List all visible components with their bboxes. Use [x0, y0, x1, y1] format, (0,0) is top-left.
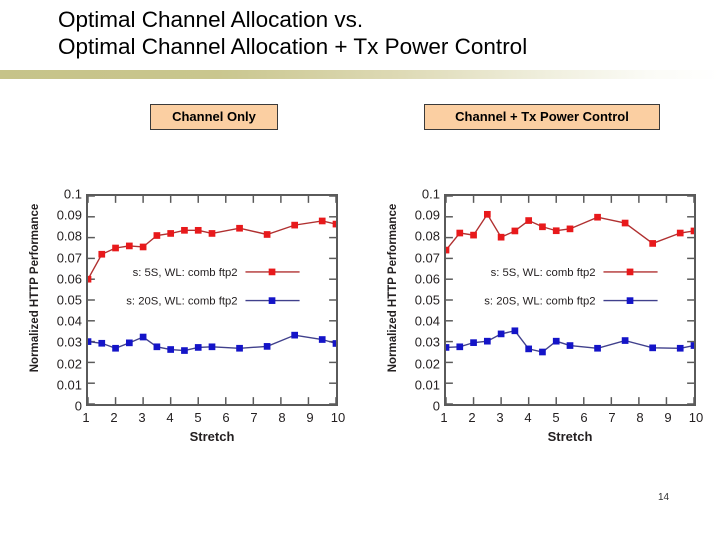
chart-right-x-tick-label: 9: [664, 410, 672, 425]
chart-right-plot-area: s: 5S, WL: comb ftp2 s: 20S, WL: comb ftp…: [444, 194, 696, 406]
chart-right-x-tick-label: 5: [552, 410, 560, 425]
chart-right-x-axis-label: Stretch: [547, 429, 593, 444]
chart-right-y-tick-label: 0.1: [421, 186, 440, 202]
chart-channel-plus-tx-power: Normalized HTTP Performance 0 0.01 0.02 0.0…: [366, 186, 716, 451]
chart-right-x-tick-label: 3: [496, 410, 504, 425]
chart-left-x-tick-label: 1: [82, 410, 90, 425]
chart-left-plot-area: s: 5S, WL: comb ftp2 s: 20S, WL: comb ftp…: [86, 194, 338, 406]
chart-left-x-tick-label: 9: [306, 410, 314, 425]
caption-channel-plus-tx-power: Channel + Tx Power Control: [424, 104, 660, 130]
chart-right-y-tick-label: 0.02: [414, 356, 440, 372]
chart-left-y-tick-label: 0.01: [56, 377, 82, 393]
chart-left-y-tick-label: 0.07: [56, 250, 82, 266]
chart-right-x-tick-label: 7: [608, 410, 616, 425]
chart-right-y-tick-label: 0.05: [414, 292, 440, 308]
chart-left-y-ticks: 0 0.01 0.02 0.03 0.04 0.05 0.06 0.07 0.08 0.09 0.1: [30, 187, 82, 414]
chart-left-y-tick-label: 0.09: [56, 207, 82, 223]
chart-left-x-tick-label: 2: [110, 410, 118, 425]
chart-left-x-tick-label: 3: [138, 410, 146, 425]
chart-left-x-tick-label: 5: [194, 410, 202, 425]
chart-channel-only: Normalized HTTP Performance 0 0.01 0.02 0.0…: [8, 186, 358, 451]
chart-right-y-tick-label: 0.04: [414, 313, 440, 329]
chart-left-x-axis-label: Stretch: [189, 429, 235, 444]
chart-left-x-tick-label: 8: [278, 410, 286, 425]
title-divider-bar: [0, 70, 720, 79]
chart-left-y-tick-label: 0.06: [56, 271, 82, 287]
chart-right-legend-label: s: 20S, WL: comb ftp2: [484, 296, 595, 308]
slide-canvas: Optimal Channel Allocation vs. Optimal C…: [0, 0, 720, 540]
chart-left-y-tick-label: 0.03: [56, 334, 82, 350]
chart-right-y-tick-label: 0.07: [414, 250, 440, 266]
chart-right-y-tick-label: 0.03: [414, 334, 440, 350]
chart-right-y-tick-label: 0.06: [414, 271, 440, 287]
chart-right-x-tick-label: 1: [440, 410, 448, 425]
chart-left-y-tick-label: 0: [74, 398, 82, 414]
chart-right-y-tick-label: 0.08: [414, 228, 440, 244]
chart-left-x-tick-label: 6: [222, 410, 230, 425]
chart-right-y-tick-label: 0.01: [414, 377, 440, 393]
chart-right-svg: s: 5S, WL: comb ftp2 s: 20S, WL: comb ftp…: [446, 196, 694, 404]
chart-left-y-tick-label: 0.04: [56, 313, 82, 329]
chart-left-svg: s: 5S, WL: comb ftp2 s: 20S, WL: comb ftp…: [88, 196, 336, 404]
page-number: 14: [658, 492, 670, 503]
chart-left-x-tick-label: 4: [166, 410, 174, 425]
chart-left-legend-label: s: 20S, WL: comb ftp2: [126, 296, 237, 308]
chart-right-x-tick-label: 8: [636, 410, 644, 425]
chart-left-y-tick-label: 0.1: [63, 186, 82, 202]
chart-right-legend-label: s: 5S, WL: comb ftp2: [491, 267, 596, 279]
chart-right-x-tick-label: 6: [580, 410, 588, 425]
chart-right-y-ticks: 0 0.01 0.02 0.03 0.04 0.05 0.06 0.07 0.08 0.09 0.1: [388, 187, 440, 414]
page-title: Optimal Channel Allocation vs. Optimal C…: [58, 7, 528, 59]
chart-left-legend-label: s: 5S, WL: comb ftp2: [133, 267, 238, 279]
chart-left-x-ticks: 1 2 3 4 5 6 7 8 9 10: [82, 410, 345, 428]
chart-left-y-tick-label: 0.05: [56, 292, 82, 308]
chart-right-x-tick-label: 4: [524, 410, 532, 425]
chart-right-y-tick-label: 0.09: [414, 207, 440, 223]
chart-left-x-tick-label: 10: [330, 410, 346, 425]
caption-channel-only: Channel Only: [150, 104, 278, 130]
chart-right-x-tick-label: 10: [688, 410, 704, 425]
chart-right-x-tick-label: 2: [468, 410, 476, 425]
chart-left-y-tick-label: 0.08: [56, 228, 82, 244]
chart-right-x-ticks: 1 2 3 4 5 6 7 8 9 10: [440, 410, 703, 428]
chart-left-x-tick-label: 7: [250, 410, 258, 425]
chart-left-y-tick-label: 0.02: [56, 356, 82, 372]
chart-right-y-tick-label: 0: [432, 398, 440, 414]
